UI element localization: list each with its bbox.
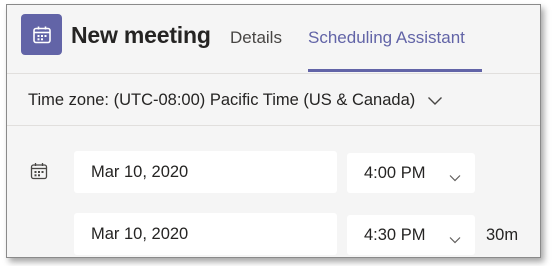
- chevron-down-icon: [449, 168, 461, 187]
- page-title: New meeting: [71, 22, 211, 48]
- start-time-value: 4:00 PM: [364, 163, 426, 182]
- timezone-label: Time zone: (UTC-08:00) Pacific Time (US …: [28, 91, 416, 109]
- timezone-dropdown[interactable]: Time zone: (UTC-08:00) Pacific Time (US …: [28, 91, 443, 110]
- meeting-window: New meeting Details Scheduling Assistant…: [6, 4, 541, 258]
- chevron-down-icon: [449, 230, 461, 249]
- header-divider: [7, 73, 540, 74]
- duration-label: 30m: [486, 226, 519, 244]
- timezone-divider: [7, 125, 540, 126]
- calendar-app-icon: [21, 14, 62, 55]
- chevron-down-icon: [427, 96, 443, 106]
- active-tab-indicator: [308, 69, 482, 72]
- end-time-dropdown[interactable]: 4:30 PM: [347, 215, 475, 255]
- end-time-value: 4:30 PM: [364, 225, 426, 244]
- tab-details[interactable]: Details: [230, 28, 282, 48]
- start-date-value: Mar 10, 2020: [91, 162, 189, 181]
- end-date-value: Mar 10, 2020: [91, 224, 189, 243]
- tab-scheduling-assistant[interactable]: Scheduling Assistant: [308, 28, 465, 48]
- start-time-dropdown[interactable]: 4:00 PM: [347, 153, 475, 193]
- header: New meeting Details Scheduling Assistant: [7, 5, 540, 73]
- start-date-field[interactable]: Mar 10, 2020: [74, 151, 337, 193]
- calendar-icon: [32, 26, 51, 43]
- calendar-icon: [30, 162, 48, 185]
- end-date-field[interactable]: Mar 10, 2020: [74, 213, 337, 255]
